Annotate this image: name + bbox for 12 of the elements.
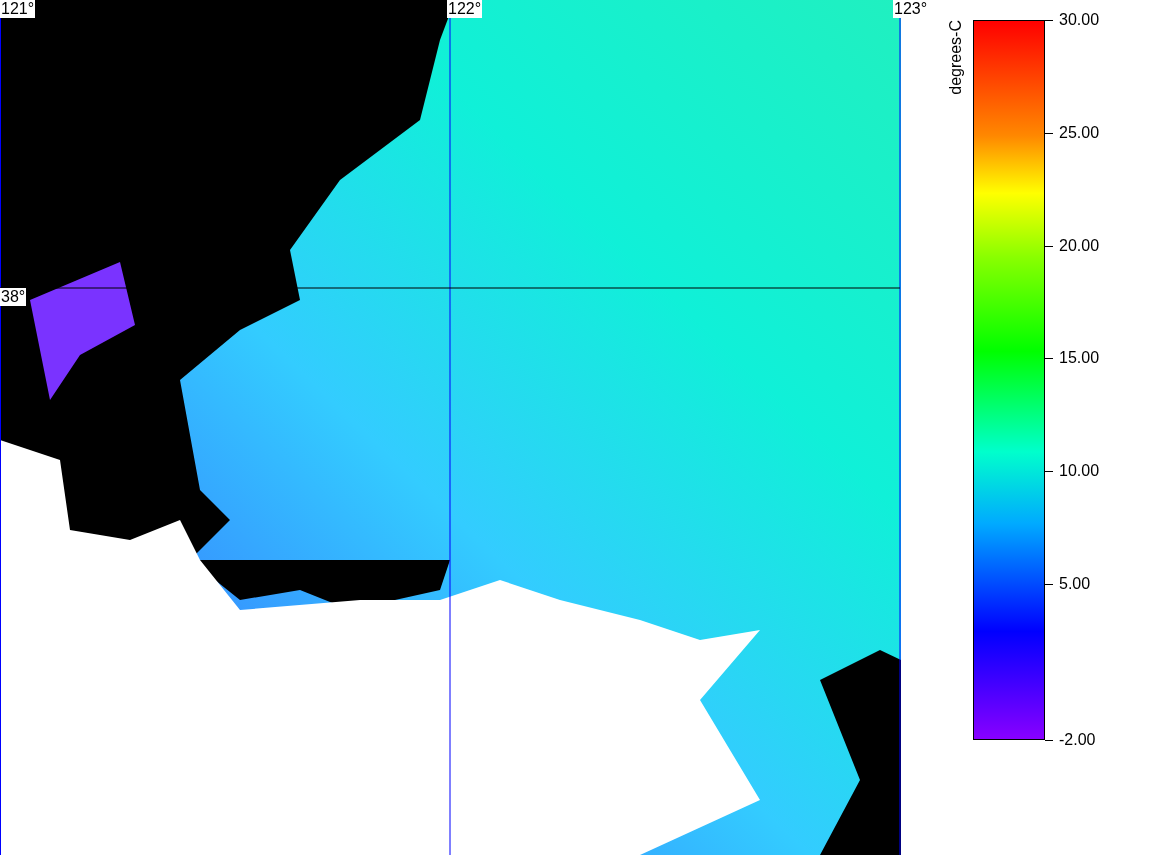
longitude-label: 123°: [893, 0, 929, 18]
colorbar-tick-label: 25.00: [1059, 124, 1100, 142]
longitude-label: 122°: [447, 0, 483, 18]
colorbar-title: degrees-C: [947, 20, 965, 95]
latitude-label: 38°: [0, 288, 27, 306]
longitude-label: 121°: [0, 0, 36, 18]
colorbar-tick-label: 10.00: [1059, 462, 1100, 480]
colorbar-tick-label: 20.00: [1059, 237, 1100, 255]
colorbar-tick-label: 15.00: [1059, 349, 1100, 367]
colorbar-tick-label: 30.00: [1059, 11, 1100, 29]
colorbar-tick-label: -2.00: [1059, 731, 1096, 749]
colorbar-tick-label: 5.00: [1059, 575, 1091, 593]
